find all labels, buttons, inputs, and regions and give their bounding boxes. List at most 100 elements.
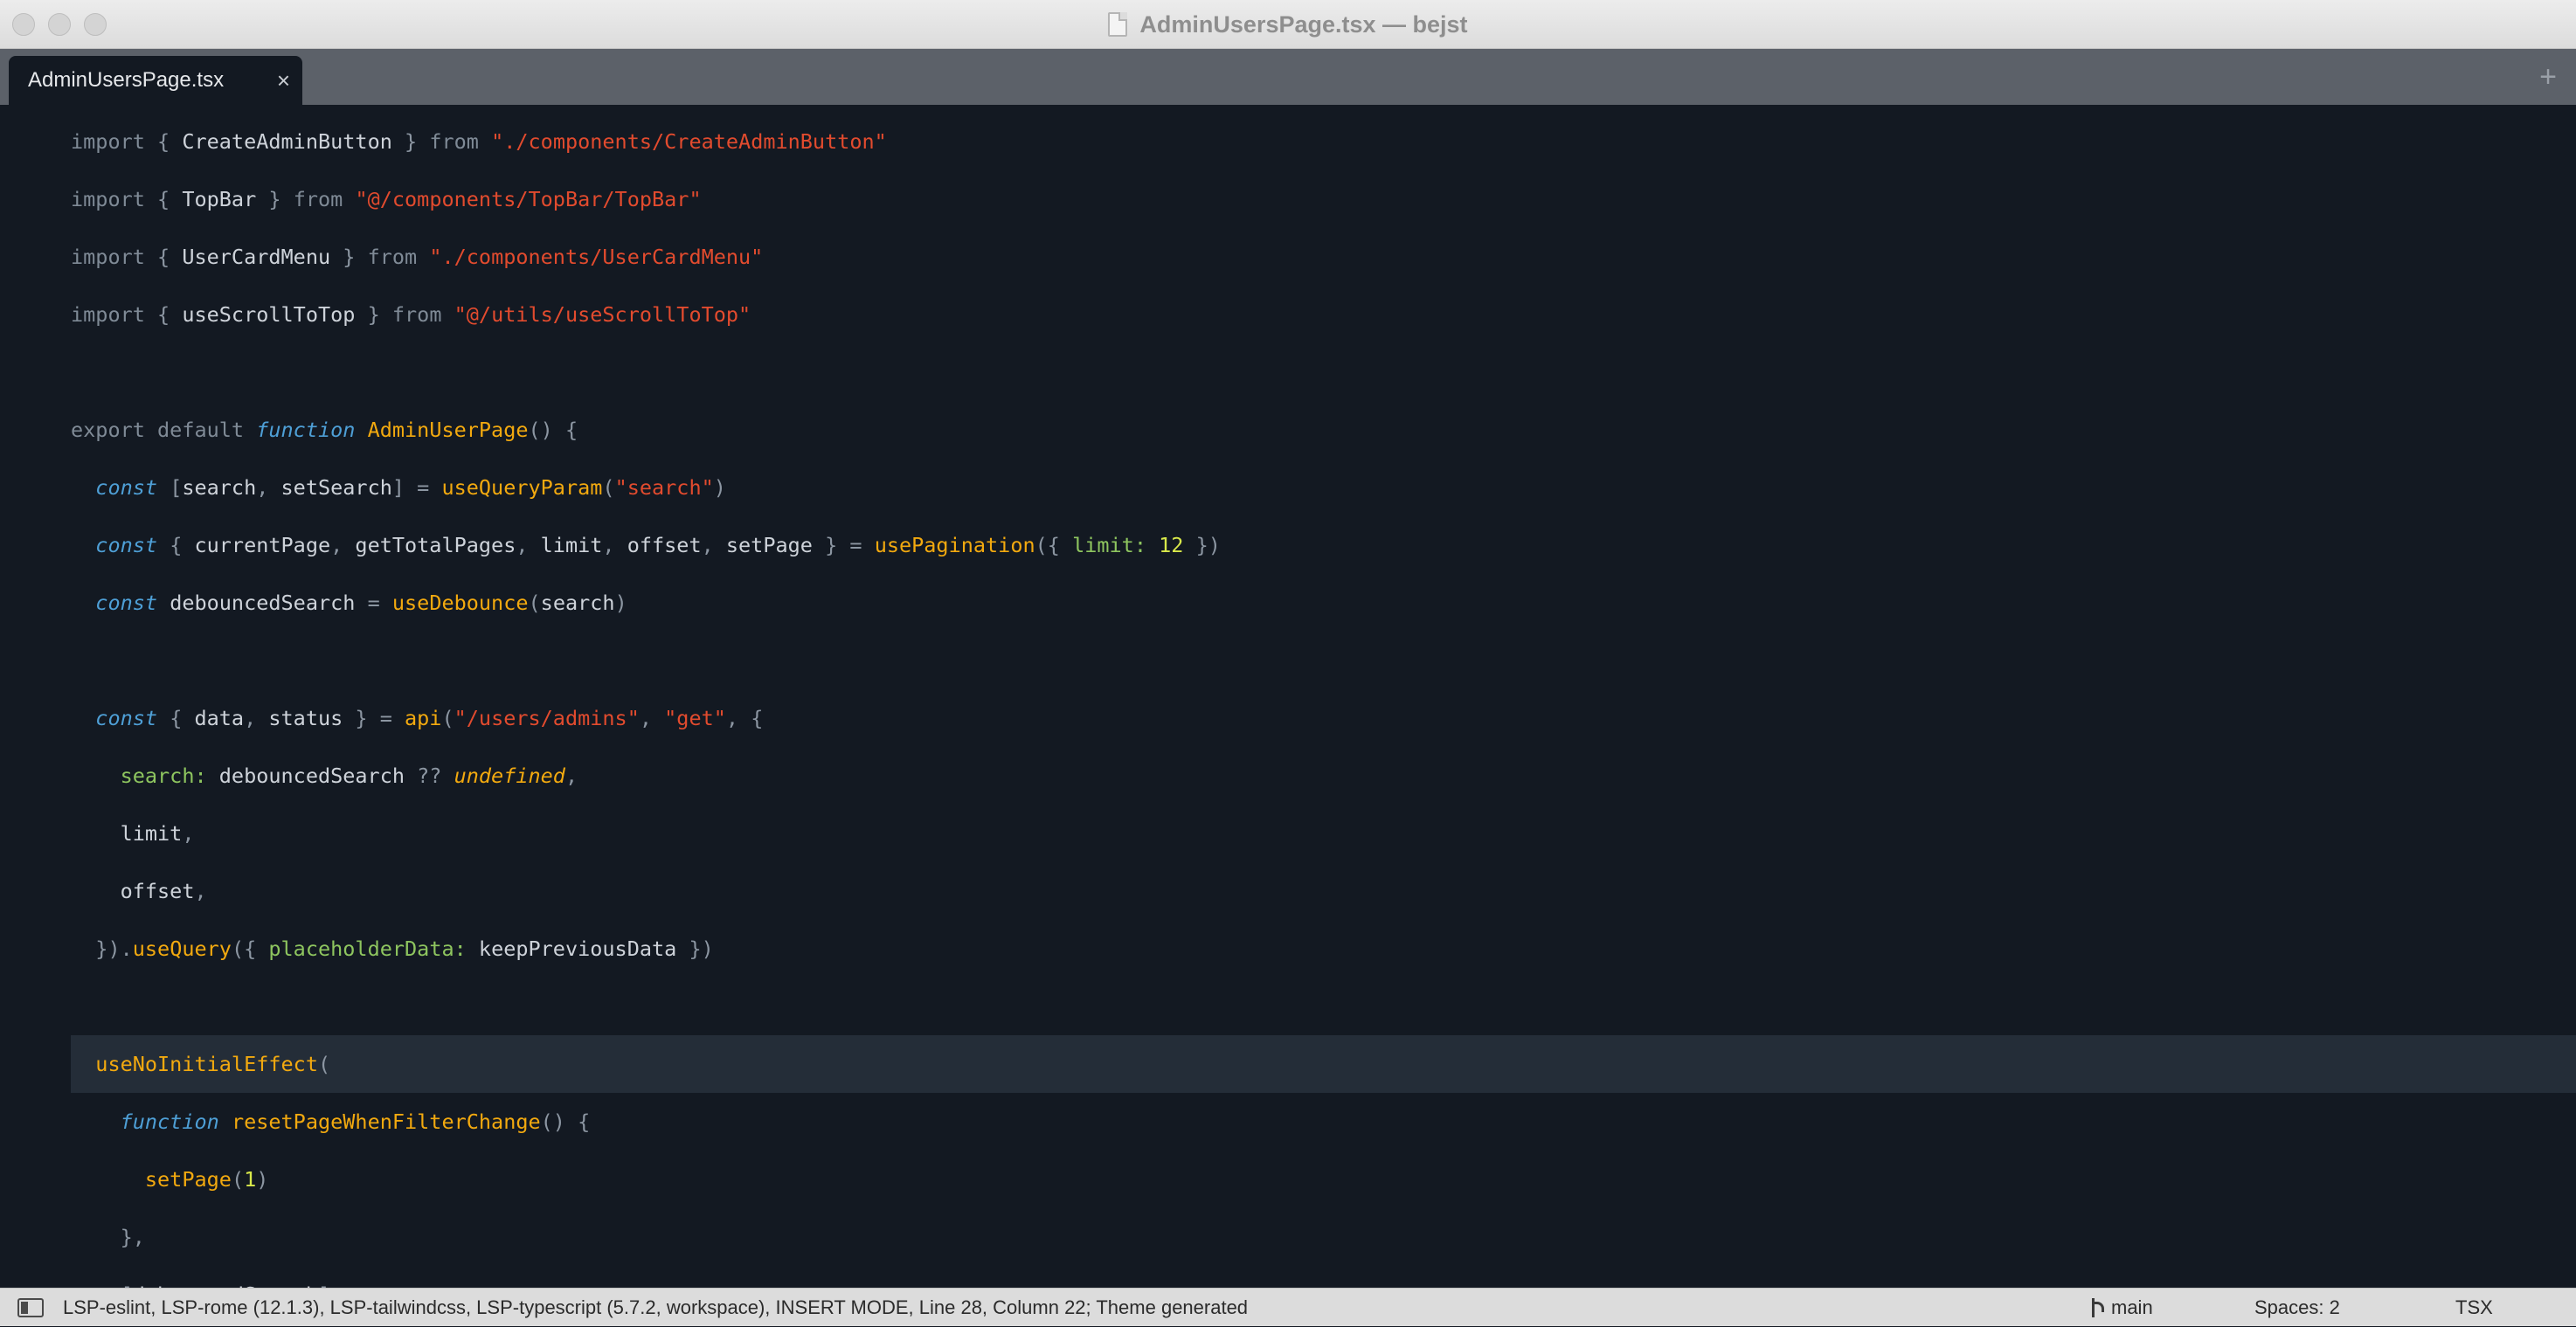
code-token: ?? — [405, 764, 454, 788]
code-token: data — [194, 706, 245, 730]
code-line[interactable]: function resetPageWhenFilterChange() { — [71, 1093, 591, 1151]
code-line[interactable]: }).useQuery({ placeholderData: keepPrevi… — [71, 920, 713, 978]
code-token: debouncedSearch — [218, 764, 405, 788]
code-token: limit: — [1072, 533, 1160, 557]
code-token: , — [182, 821, 195, 846]
git-branch-icon — [2090, 1298, 2104, 1317]
code-token: { — [157, 187, 183, 211]
window-title-group: AdminUsersPage.tsx — bejst — [0, 0, 2576, 49]
code-line[interactable]: const [search, setSearch] = useQueryPara… — [71, 459, 726, 516]
code-token: , { — [725, 706, 764, 730]
code-token: } — [391, 129, 430, 154]
code-token: function — [256, 418, 368, 442]
code-token: ( — [317, 1052, 331, 1076]
code-token: setSearch — [280, 475, 392, 500]
tab-adminuserspage[interactable]: AdminUsersPage.tsx × — [9, 56, 302, 105]
code-line[interactable]: }, — [71, 1208, 145, 1266]
code-token: { — [157, 302, 183, 327]
code-line[interactable]: [debouncedSearch], — [71, 1266, 343, 1288]
code-line[interactable]: import { CreateAdminButton } from "./com… — [71, 113, 887, 170]
code-token: "@/utils/useScrollToTop" — [454, 302, 751, 327]
code-token: useScrollToTop — [182, 302, 356, 327]
new-tab-icon[interactable]: + — [2539, 49, 2557, 105]
code-token: const — [71, 533, 170, 557]
code-token: , — [330, 533, 356, 557]
window-title: AdminUsersPage.tsx — bejst — [1139, 10, 1468, 38]
indentation-setting[interactable]: Spaces: 2 — [2254, 1289, 2340, 1327]
code-token: () { — [540, 1109, 591, 1134]
code-line[interactable]: const { data, status } = api("/users/adm… — [71, 689, 763, 747]
git-branch[interactable]: main — [2090, 1289, 2153, 1327]
code-token: [ — [170, 475, 183, 500]
code-token: } — [355, 302, 392, 327]
code-token: api — [405, 706, 442, 730]
code-token: offset — [71, 879, 195, 903]
code-token: from — [293, 187, 356, 211]
code-token: search — [182, 475, 257, 500]
current-line-highlight — [71, 1035, 2576, 1093]
code-token: ({ — [1035, 533, 1073, 557]
code-line[interactable]: const debouncedSearch = useDebounce(sear… — [71, 574, 627, 632]
code-token: limit — [540, 533, 603, 557]
code-token: ( — [528, 591, 541, 615]
code-token: status — [268, 706, 343, 730]
code-token: ({ — [231, 937, 269, 961]
code-token: const — [71, 706, 170, 730]
code-token: UserCardMenu — [182, 245, 331, 269]
code-line[interactable]: const { currentPage, getTotalPages, limi… — [71, 516, 1221, 574]
code-line[interactable]: useNoInitialEffect( — [71, 1035, 330, 1093]
code-token: function — [71, 1109, 232, 1134]
code-token: ( — [231, 1167, 245, 1192]
code-token: , — [194, 879, 207, 903]
code-token: , — [256, 475, 281, 500]
code-token: from — [367, 245, 430, 269]
close-tab-icon[interactable]: × — [277, 56, 290, 105]
code-line[interactable]: search: debouncedSearch ?? undefined, — [71, 747, 578, 805]
code-token: currentPage — [194, 533, 331, 557]
code-token: import — [71, 245, 158, 269]
code-token: ) — [614, 591, 627, 615]
code-token: , — [516, 533, 541, 557]
sidebar-toggle-icon[interactable] — [17, 1298, 44, 1317]
code-token: debouncedSearch — [170, 591, 356, 615]
code-line[interactable]: export default function AdminUserPage() … — [71, 401, 578, 459]
code-token: limit — [71, 821, 183, 846]
code-token: const — [71, 475, 170, 500]
code-token: getTotalPages — [355, 533, 516, 557]
code-line[interactable]: import { useScrollToTop } from "@/utils/… — [71, 286, 751, 343]
code-token: ( — [602, 475, 615, 500]
code-token: }). — [71, 937, 133, 961]
code-token: = — [355, 591, 392, 615]
code-line[interactable]: offset, — [71, 862, 207, 920]
syntax-selector[interactable]: TSX — [2455, 1289, 2493, 1327]
code-token: placeholderData: — [268, 937, 479, 961]
code-token: , — [701, 533, 726, 557]
code-line[interactable]: setPage(1) — [71, 1151, 269, 1208]
code-line[interactable]: import { UserCardMenu } from "./componen… — [71, 228, 763, 286]
code-token: import — [71, 187, 158, 211]
code-token: search: — [71, 764, 219, 788]
code-token: }) — [1183, 533, 1221, 557]
code-token: "./components/UserCardMenu" — [429, 245, 764, 269]
code-token: export default — [71, 418, 257, 442]
code-token: CreateAdminButton — [182, 129, 392, 154]
code-line[interactable]: limit, — [71, 805, 195, 862]
code-token: 1 — [244, 1167, 257, 1192]
code-token: ( — [441, 706, 454, 730]
status-text: LSP-eslint, LSP-rome (12.1.3), LSP-tailw… — [63, 1296, 1249, 1318]
code-token: "./components/CreateAdminButton" — [491, 129, 887, 154]
code-token: setPage — [71, 1167, 232, 1192]
code-token: useNoInitialEffect — [71, 1052, 318, 1076]
code-token: ) — [256, 1167, 269, 1192]
code-token: } — [256, 187, 294, 211]
code-token: } = — [812, 533, 875, 557]
code-editor[interactable]: import { CreateAdminButton } from "./com… — [0, 105, 2576, 1288]
code-line[interactable]: import { TopBar } from "@/components/Top… — [71, 170, 702, 228]
code-token: import — [71, 129, 158, 154]
code-token: () { — [528, 418, 578, 442]
code-token: , — [639, 706, 665, 730]
code-token: }, — [71, 1225, 145, 1249]
code-token: , — [564, 764, 578, 788]
code-token: "search" — [614, 475, 714, 500]
code-token: } — [330, 245, 368, 269]
